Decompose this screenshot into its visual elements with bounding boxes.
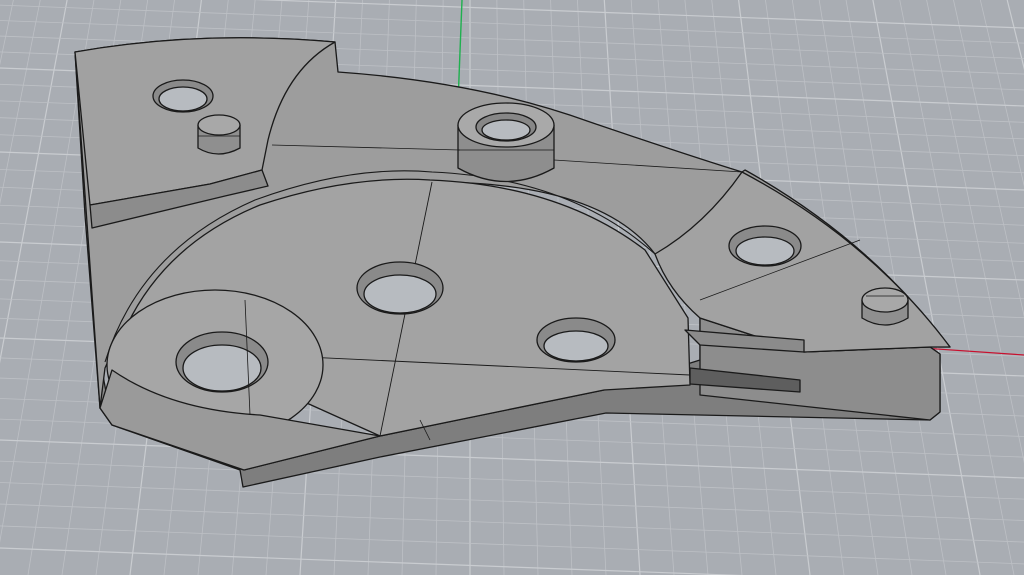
hole-large-left [175,331,269,393]
grid-line [0,0,14,66]
pin-top-left [197,114,241,155]
grid-line [0,547,744,575]
grid-line [0,0,41,205]
hole-top-left [152,79,214,113]
hole-right-lower [536,317,616,363]
grid-line [0,439,1024,479]
grid-line [0,4,1024,44]
grid-line [1006,0,1024,71]
perspective-viewport[interactable] [0,0,1024,575]
hole-center [356,261,444,315]
hole-right-wing [728,225,802,267]
grid-line [926,0,1024,464]
mechanical-part-model[interactable] [74,37,951,488]
grid-line [0,482,1024,521]
viewport-canvas[interactable] [0,0,1024,575]
grid-line [0,460,1024,500]
standoff-top-center [457,102,555,183]
pin-right-wing [861,287,909,326]
grid-line [0,525,1024,565]
